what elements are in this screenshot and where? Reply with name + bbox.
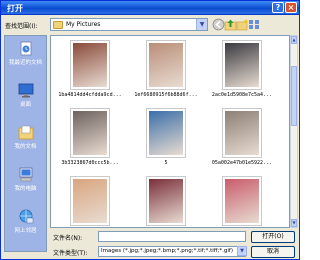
file-thumbnail[interactable]: 1ba4814dd4cfdda9cd...	[57, 40, 123, 106]
thumbnail-image	[225, 111, 259, 155]
recent-documents-icon	[20, 41, 32, 56]
thumbnail-image	[73, 179, 107, 223]
place-label: 桌面	[19, 102, 31, 108]
look-in-label: 查找范围(I):	[5, 23, 38, 30]
file-thumbnail[interactable]	[133, 176, 199, 227]
chevron-down-icon[interactable]: ▼	[196, 19, 207, 30]
vertical-scrollbar[interactable]: ▲ ▼	[290, 35, 298, 228]
look-in-dropdown[interactable]: My Pictures ▼	[50, 18, 208, 31]
file-type-select[interactable]: Images (*.jpg;*.jpeg;*.bmp;*.png;*.tif;*…	[98, 246, 246, 257]
place-my-computer[interactable]: 我的电脑	[5, 166, 46, 196]
thumbnail-image	[149, 179, 183, 223]
file-thumbnail[interactable]: 1ef6680915f6b88d6f...	[133, 40, 199, 106]
file-name: 1ef6680915f6b88d6f...	[134, 92, 198, 98]
file-name: 1ba4814dd4cfdda9cd...	[58, 92, 122, 98]
place-recent-documents[interactable]: 我最近的文档	[5, 40, 46, 70]
help-button[interactable]: ?	[272, 2, 284, 13]
scrollbar-thumb[interactable]	[291, 66, 297, 126]
close-button[interactable]: ×	[285, 2, 297, 13]
place-network[interactable]: 网上邻居	[5, 208, 46, 238]
file-name: 2ac0e1d5908e7c5a4...	[211, 92, 273, 98]
desktop-icon	[18, 83, 34, 98]
place-label: 我的文档	[14, 144, 37, 150]
network-places-icon	[19, 209, 34, 224]
file-name-input[interactable]	[98, 231, 246, 242]
open-file-dialog: 打开 ? × 查找范围(I): My Pictures ▼ 我最近的文档 桌面 …	[0, 0, 300, 260]
file-name: 5	[164, 160, 168, 166]
file-list-view[interactable]: 1ba4814dd4cfdda9cd... 1ef6680915f6b88d6f…	[50, 35, 290, 228]
file-name: 05a002e47b01e5922...	[211, 160, 273, 166]
thumbnail-image	[225, 43, 259, 87]
places-bar: 我最近的文档 桌面 我的文档 我的电脑 网上邻居	[4, 35, 47, 252]
place-label: 我最近的文档	[8, 60, 42, 66]
folder-icon	[53, 21, 63, 29]
scroll-down-icon[interactable]: ▼	[291, 219, 297, 227]
thumbnail-image	[73, 43, 107, 87]
open-button[interactable]: 打开(O)	[251, 231, 295, 243]
my-computer-icon	[19, 167, 33, 182]
title-bar[interactable]: 打开 ? ×	[1, 1, 299, 15]
thumbnail-image	[73, 111, 107, 155]
thumbnail-image	[149, 111, 183, 155]
thumbnail-image	[149, 43, 183, 87]
look-in-value: My Pictures	[66, 21, 101, 28]
place-my-documents[interactable]: 我的文档	[5, 124, 46, 154]
file-name: 3b3323867d0ccc5b...	[61, 160, 119, 166]
window-title: 打开	[7, 4, 23, 13]
scroll-up-icon[interactable]: ▲	[291, 36, 297, 44]
views-menu-icon[interactable]	[248, 18, 261, 31]
file-thumbnail[interactable]: 5	[133, 108, 199, 174]
file-thumbnail[interactable]: 3b3323867d0ccc5b...	[57, 108, 123, 174]
file-name-label: 文件名(N):	[53, 235, 83, 242]
place-label: 网上邻居	[14, 228, 37, 234]
chevron-down-icon[interactable]: ▼	[237, 246, 247, 256]
file-thumbnail[interactable]	[57, 176, 123, 227]
my-documents-icon	[18, 125, 34, 140]
file-thumbnail[interactable]: 05a002e47b01e5922...	[209, 108, 275, 174]
place-desktop[interactable]: 桌面	[5, 82, 46, 112]
file-thumbnail[interactable]: 2ac0e1d5908e7c5a4...	[209, 40, 275, 106]
file-type-label: 文件类型(T):	[53, 250, 88, 257]
thumbnail-image	[225, 179, 259, 223]
place-label: 我的电脑	[14, 186, 37, 192]
cancel-button[interactable]: 取消	[251, 246, 295, 258]
file-thumbnail[interactable]	[209, 176, 275, 227]
